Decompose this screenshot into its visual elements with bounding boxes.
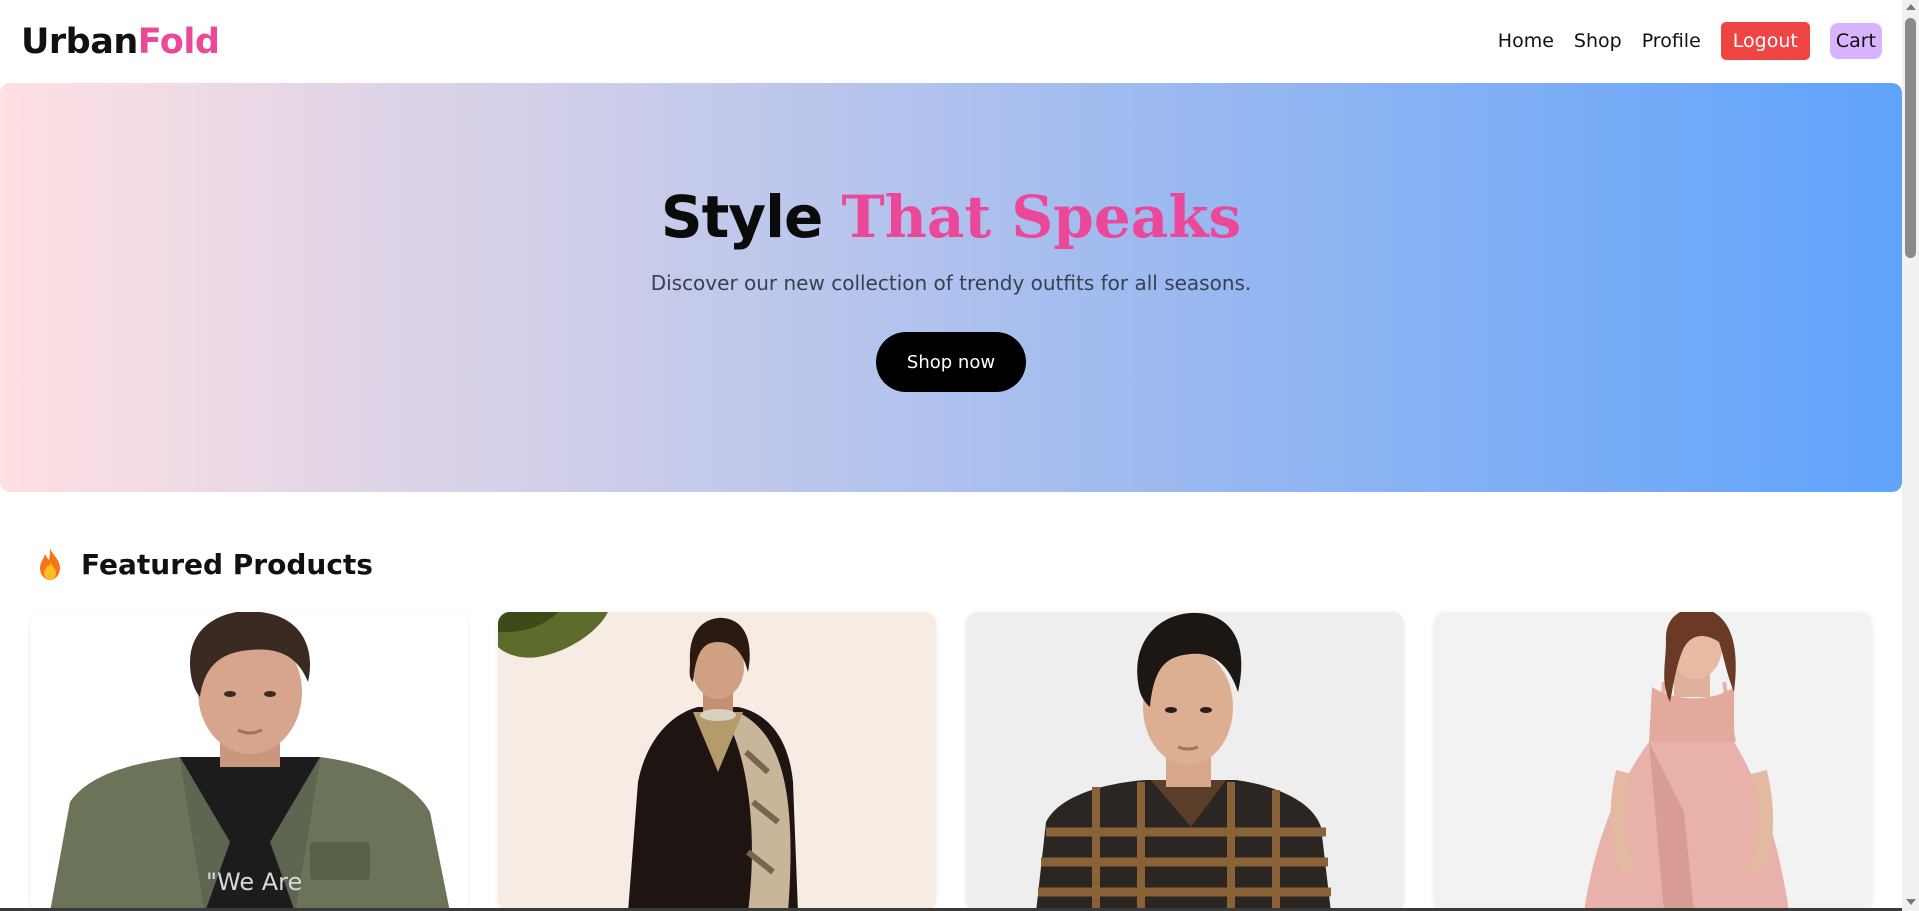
nav-home-link[interactable]: Home xyxy=(1498,22,1554,60)
hero-title-highlight: That Speaks xyxy=(841,183,1242,251)
scrollbar-thumb[interactable] xyxy=(1905,18,1916,258)
page: UrbanFold Home Shop Profile Logout Cart … xyxy=(0,0,1919,911)
nav-shop-link[interactable]: Shop xyxy=(1574,22,1622,60)
product-card[interactable] xyxy=(966,612,1404,909)
cart-button[interactable]: Cart xyxy=(1829,23,1882,59)
product-card[interactable]: "We Are xyxy=(30,612,468,909)
product-image-man-jacket: "We Are xyxy=(30,612,468,909)
featured-products-title: Featured Products xyxy=(81,547,373,581)
product-card[interactable] xyxy=(1434,612,1872,909)
nav-profile-link[interactable]: Profile xyxy=(1642,22,1701,60)
hero-banner: Style That Speaks Discover our new colle… xyxy=(0,83,1902,492)
fire-icon xyxy=(40,548,60,580)
scroll-up-arrow-icon[interactable] xyxy=(1906,4,1916,10)
product-image-woman-kurta xyxy=(498,612,936,909)
product-image-woman-pink-dress xyxy=(1434,612,1872,909)
hero-subtitle: Discover our new collection of trendy ou… xyxy=(650,271,1252,295)
site-header: UrbanFold Home Shop Profile Logout Cart xyxy=(0,0,1902,83)
logout-button[interactable]: Logout xyxy=(1720,22,1810,60)
brand-logo[interactable]: UrbanFold xyxy=(21,20,220,64)
hero-title-style: Style xyxy=(660,183,842,251)
shop-now-button[interactable]: Shop now xyxy=(876,332,1026,392)
svg-text:"We Are: "We Are xyxy=(206,868,302,896)
logo-text-urban: Urban xyxy=(21,22,138,62)
page-content: UrbanFold Home Shop Profile Logout Cart … xyxy=(0,0,1902,909)
logo-text-fold: Fold xyxy=(137,22,220,62)
main-nav: Home Shop Profile Logout Cart xyxy=(1498,22,1882,60)
product-image-man-plaid-shirt xyxy=(966,612,1404,909)
hero-title: Style That Speaks xyxy=(0,179,1902,255)
featured-heading: Featured Products xyxy=(35,544,373,584)
scroll-down-arrow-icon[interactable] xyxy=(1906,899,1916,905)
product-card[interactable] xyxy=(498,612,936,909)
page-scrollbar[interactable] xyxy=(1902,0,1919,911)
